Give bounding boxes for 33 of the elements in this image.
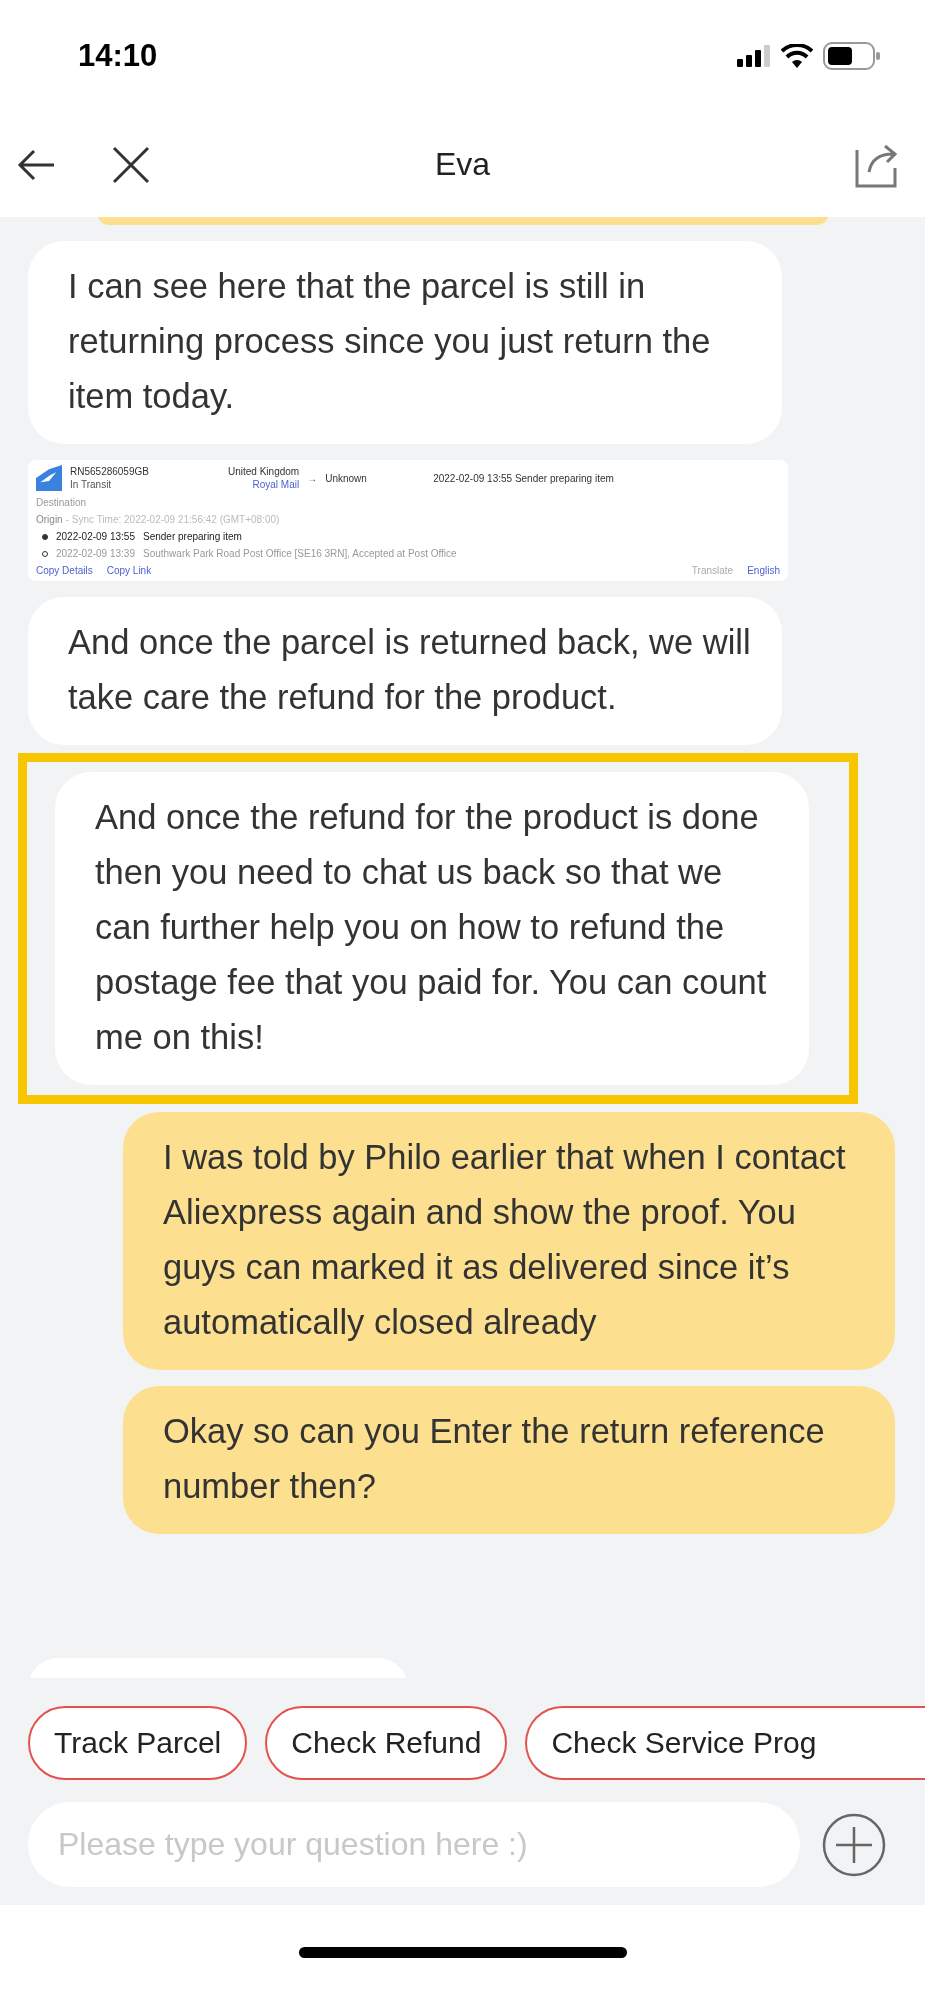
wifi-icon: [781, 44, 813, 68]
quick-reply-chip[interactable]: Check Refund: [265, 1706, 508, 1780]
translate-label: Translate: [691, 565, 734, 576]
quick-reply-chip[interactable]: Check Service Prog: [525, 1706, 925, 1780]
latest-event: 2022-02-09 13:55 Sender preparing item: [433, 472, 614, 484]
destination-label: Destination: [36, 497, 88, 508]
tracking-status: In Transit: [70, 479, 113, 490]
parcel-logo-icon: [36, 465, 62, 491]
battery-icon: [823, 42, 881, 70]
origin-label: Origin: [36, 514, 63, 525]
copy-link[interactable]: Copy Link: [106, 565, 152, 576]
event-text: Sender preparing item: [142, 531, 242, 542]
message-bubble: And once the refund for the product is done then you need to chat us back so that we can further help you on how to refund the postage fee that you paid for. You can count me on this!: [55, 772, 809, 1085]
event-time: 2022-02-09 13:39: [56, 548, 135, 559]
chat-title: Eva: [434, 146, 491, 183]
event-time: 2022-02-09 13:55: [56, 531, 135, 542]
destination-country: Unknown: [325, 472, 368, 484]
message-bubble: I was told by Philo earlier that when I contact Aliexpress again and show the proof. You guys can marked it as delivered since it’s automatically closed already: [123, 1112, 895, 1370]
tracking-number: RN565286059GB: [70, 466, 150, 477]
route-arrow: →: [307, 472, 318, 484]
event-text: Southwark Park Road Post Office [SE16 3RN], Accepted at Post Office: [142, 548, 457, 559]
quick-reply-chip[interactable]: Track Parcel: [28, 1706, 248, 1780]
copy-link[interactable]: Copy Details: [36, 565, 93, 576]
message-bubble: I can see here that the parcel is still in returning process since you just return the item today.: [28, 241, 782, 444]
status-time: 14:10: [78, 38, 158, 74]
signal-icon: [737, 45, 771, 67]
message-bubble: And once the parcel is returned back, we will take care the refund for the product.: [28, 597, 782, 745]
carrier-link[interactable]: Royal Mail: [252, 479, 300, 490]
origin-country: United Kingdom: [228, 466, 300, 477]
add-icon[interactable]: [822, 1812, 886, 1877]
message-bubble: Okay so can you Enter the return reference number then?: [123, 1386, 895, 1534]
language-selector[interactable]: English: [747, 565, 780, 576]
sync-time: - Sync Time: 2022-02-09 21:56:42 (GMT+08:00): [65, 514, 280, 525]
